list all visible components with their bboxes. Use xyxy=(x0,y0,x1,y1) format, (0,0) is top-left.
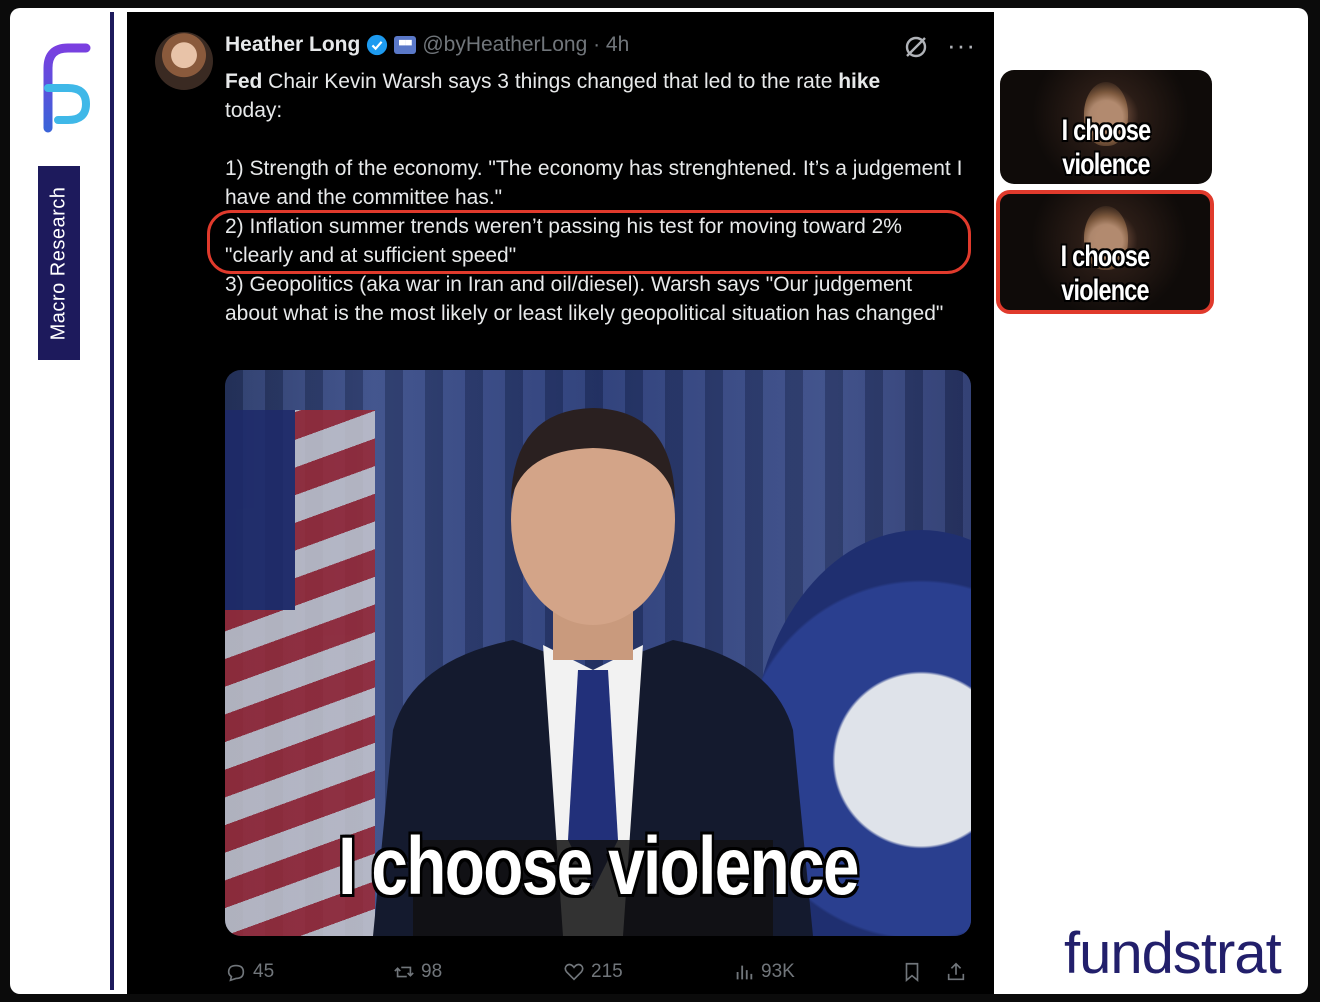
share-icon xyxy=(947,962,965,981)
macro-research-tab: Macro Research xyxy=(38,166,80,360)
slide: Macro Research Heather Long ▀▀ @byHeathe… xyxy=(10,8,1308,994)
reply-count: 45 xyxy=(253,961,275,982)
meme-thumbnail-2-highlighted: I choose violence xyxy=(996,190,1214,314)
share-button[interactable] xyxy=(945,961,967,983)
tweet-fed-word: Fed xyxy=(225,70,263,93)
verified-badge-icon xyxy=(367,34,388,56)
tweet-point-1: 1) Strength of the economy. "The economy… xyxy=(225,157,963,209)
tweet-hike-word: hike xyxy=(838,70,881,93)
tweet-intro-end: today: xyxy=(225,99,283,122)
tweet-point-3: 3) Geopolitics (aka war in Iran and oil/… xyxy=(225,273,944,325)
grok-icon[interactable] xyxy=(903,34,929,60)
bookmark-button[interactable] xyxy=(901,961,923,983)
fs-logo-icon xyxy=(43,43,91,133)
meme-caption: I choose violence xyxy=(338,821,859,912)
affiliation-badge-icon: ▀▀ xyxy=(394,36,417,54)
tweet-actions: 45 98 215 93K xyxy=(225,958,971,986)
tweet-card[interactable]: Heather Long ▀▀ @byHeatherLong · 4h ··· … xyxy=(127,12,994,994)
macro-research-label: Macro Research xyxy=(47,186,70,340)
thumbnail-caption-2: I choose violence xyxy=(1060,240,1150,307)
like-count: 215 xyxy=(591,961,623,982)
views-count: 93K xyxy=(761,961,795,982)
more-options-icon[interactable]: ··· xyxy=(947,30,976,61)
author-row: Heather Long ▀▀ @byHeatherLong · 4h xyxy=(225,30,629,60)
views-button[interactable]: 93K xyxy=(733,961,795,983)
repost-count: 98 xyxy=(421,961,443,982)
analytics-icon xyxy=(736,965,753,980)
heart-icon xyxy=(564,963,584,981)
tweet-media[interactable]: I choose violence xyxy=(225,370,971,936)
bookmark-icon xyxy=(905,962,919,983)
reply-button[interactable]: 45 xyxy=(225,961,274,983)
repost-button[interactable]: 98 xyxy=(393,961,442,983)
author-name[interactable]: Heather Long xyxy=(225,33,360,57)
repost-icon xyxy=(394,966,414,978)
author-handle[interactable]: @byHeatherLong · 4h xyxy=(422,33,629,57)
fundstrat-logo: fundstrat xyxy=(1064,921,1282,986)
vertical-divider xyxy=(110,12,114,990)
avatar[interactable] xyxy=(155,32,213,90)
like-button[interactable]: 215 xyxy=(563,961,623,983)
highlight-circle xyxy=(207,210,971,274)
tweet-intro: Chair Kevin Warsh says 3 things changed … xyxy=(262,70,839,93)
reply-icon xyxy=(227,964,245,982)
thumbnail-caption-1: I choose violence xyxy=(1061,114,1151,181)
meme-thumbnail-1: I choose violence xyxy=(1000,70,1212,184)
tweet-text: Fed Chair Kevin Warsh says 3 things chan… xyxy=(225,67,965,328)
